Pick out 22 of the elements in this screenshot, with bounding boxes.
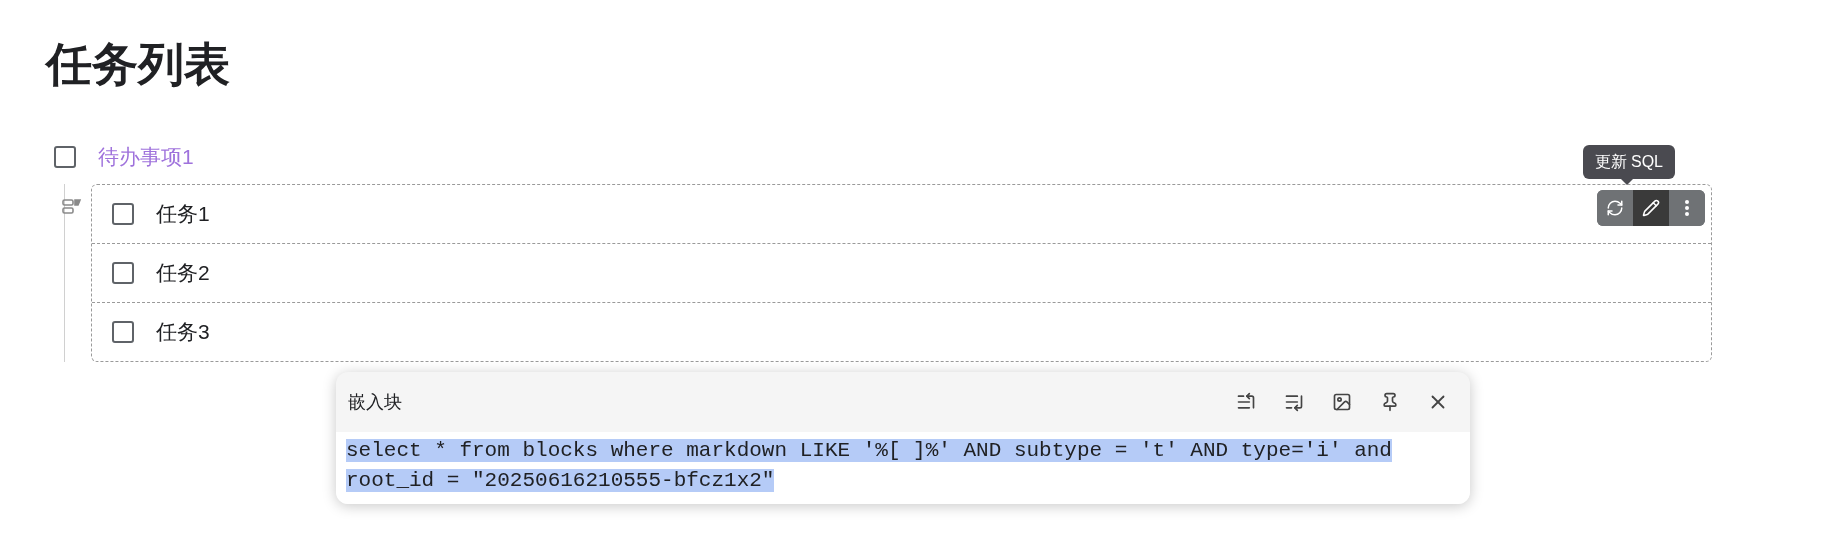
refresh-icon (1606, 199, 1624, 217)
list-icon (1236, 392, 1256, 412)
sql-field[interactable]: select * from blocks where markdown LIKE '%[ ]%' AND subtype = 't' AND type='i' and root_id = "20250616210555-bfcz1x2" (336, 432, 1470, 504)
page-title: 任务列表 (46, 37, 231, 92)
embed-icon[interactable] (62, 198, 82, 216)
image-icon (1332, 392, 1352, 412)
pencil-icon (1642, 199, 1660, 217)
pin-icon (1380, 392, 1400, 412)
popup-title: 嵌入块 (348, 391, 403, 414)
tooltip: 更新 SQL (1582, 145, 1675, 179)
more-icon (1685, 200, 1689, 216)
todo-text: 待办事项1 (98, 144, 194, 170)
edit-button[interactable] (1633, 190, 1669, 226)
task-text: 任务1 (156, 201, 210, 227)
task-text: 任务2 (156, 260, 210, 286)
checkbox[interactable] (112, 203, 134, 225)
tooltip-pointer (1621, 179, 1633, 185)
checkbox[interactable] (54, 146, 76, 168)
task-text: 任务3 (156, 319, 210, 345)
checkbox[interactable] (112, 321, 134, 343)
list-icon (1284, 392, 1304, 412)
checkbox[interactable] (112, 262, 134, 284)
